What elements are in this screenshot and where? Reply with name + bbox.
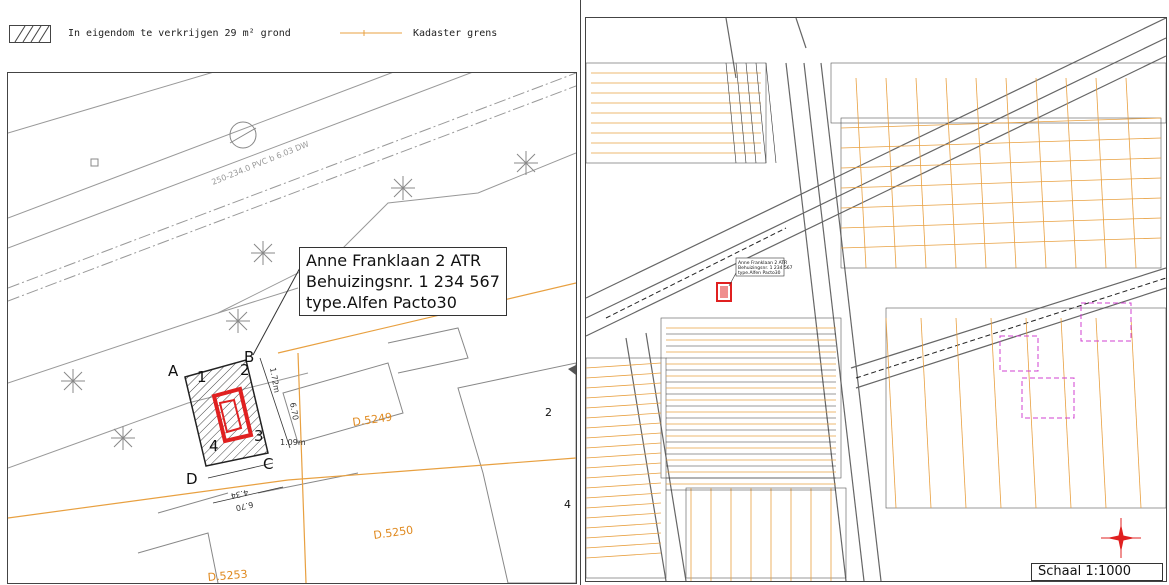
parcel-line: [1130, 317, 1142, 509]
scale-label: Schaal 1:1000: [1031, 563, 1163, 581]
parcel-line: [885, 317, 897, 509]
parcel-line: [840, 197, 1162, 209]
parcel-line: [840, 237, 1162, 249]
point-a: A: [168, 362, 179, 380]
parcel-5250: D.5250: [373, 524, 414, 542]
hatch-legend-icon: [9, 25, 51, 43]
parcel-line: [586, 542, 662, 549]
label-line-3: type.Alfen Pacto30: [306, 293, 457, 312]
parcel-line: [1065, 77, 1077, 269]
kadaster-legend-label: Kadaster grens: [413, 28, 498, 39]
detail-map: 250-234.0 PVC b 6.03 DW 1.09m 6.70 1.72m…: [8, 73, 576, 583]
parcel-line: [855, 77, 867, 269]
label-line-2: Behuizingsnr. 1 234 567: [306, 272, 500, 291]
point-2: 2: [240, 361, 250, 379]
hatch-legend-label: In eigendom te verkrijgen 29 m² grond: [68, 28, 291, 39]
point-d: D: [186, 470, 198, 488]
parcel-line: [840, 157, 1162, 169]
legend: In eigendom te verkrijgen 29 m² grond Ka…: [0, 0, 580, 72]
overview-map: Anne Franklaan 2 ATR Behuizingsnr. 1 234…: [586, 18, 1166, 581]
dim-5: 6.70: [235, 500, 254, 513]
parcel-line: [586, 402, 662, 409]
parcel-line: [586, 392, 662, 399]
parcel-line: [586, 512, 662, 519]
parcel-line: [586, 412, 662, 419]
parcel-line: [586, 552, 662, 559]
kadaster-legend-icon: [340, 30, 402, 36]
parcel-line: [586, 422, 662, 429]
point-1: 1: [197, 368, 207, 386]
parcel-line: [586, 532, 662, 539]
parcel-line: [1005, 77, 1017, 269]
overview-label-3: type.Alfen Pacto30: [738, 270, 781, 276]
parcel-line: [586, 502, 662, 509]
label-line-1: Anne Franklaan 2 ATR: [306, 251, 482, 270]
parcel-line: [945, 77, 957, 269]
kadaster-lines: [8, 282, 576, 583]
parcel-line: [840, 177, 1162, 189]
top-divider: [580, 0, 581, 585]
dim-1: 1.09m: [280, 438, 306, 447]
parcel-line: [586, 362, 662, 369]
point-3: 3: [254, 427, 264, 445]
dim-2: 6.70: [288, 402, 300, 421]
point-c: C: [263, 455, 273, 473]
parcel-line: [955, 317, 967, 509]
parcel-line: [920, 317, 932, 509]
parcel-line: [586, 452, 662, 459]
parcel-line: [586, 472, 662, 479]
parcel-line: [1125, 77, 1137, 269]
parcel-line: [586, 462, 662, 469]
parcel-5253: D.5253: [207, 568, 248, 583]
parcel-line: [586, 372, 662, 379]
station-label: Anne Franklaan 2 ATR Behuizingsnr. 1 234…: [299, 247, 507, 316]
house-number-4: 4: [564, 498, 571, 511]
parcel-line: [1025, 317, 1037, 509]
parcel-line: [586, 382, 662, 389]
parcel-line: [840, 217, 1162, 229]
parcel-line: [1035, 77, 1047, 269]
parcel-line: [975, 77, 987, 269]
parcel-line: [765, 62, 777, 164]
point-4: 4: [209, 437, 219, 455]
overview-map-panel: Anne Franklaan 2 ATR Behuizingsnr. 1 234…: [585, 17, 1167, 582]
house-number-2: 2: [545, 406, 552, 419]
parcel-line: [990, 317, 1002, 509]
detail-map-panel: 250-234.0 PVC b 6.03 DW 1.09m 6.70 1.72m…: [7, 72, 577, 584]
north-arrow-icon: [1101, 518, 1141, 558]
parcel-line: [586, 432, 662, 439]
parcel-line: [1060, 317, 1072, 509]
parcel-line: [586, 442, 662, 449]
parcel-line: [586, 522, 662, 529]
parcel-line: [586, 492, 662, 499]
parcel-5249: D.5249: [352, 411, 393, 429]
parcel-line: [1095, 317, 1107, 509]
dim-3: 1.72m: [268, 367, 281, 394]
dim-4: 4.34: [230, 488, 249, 501]
